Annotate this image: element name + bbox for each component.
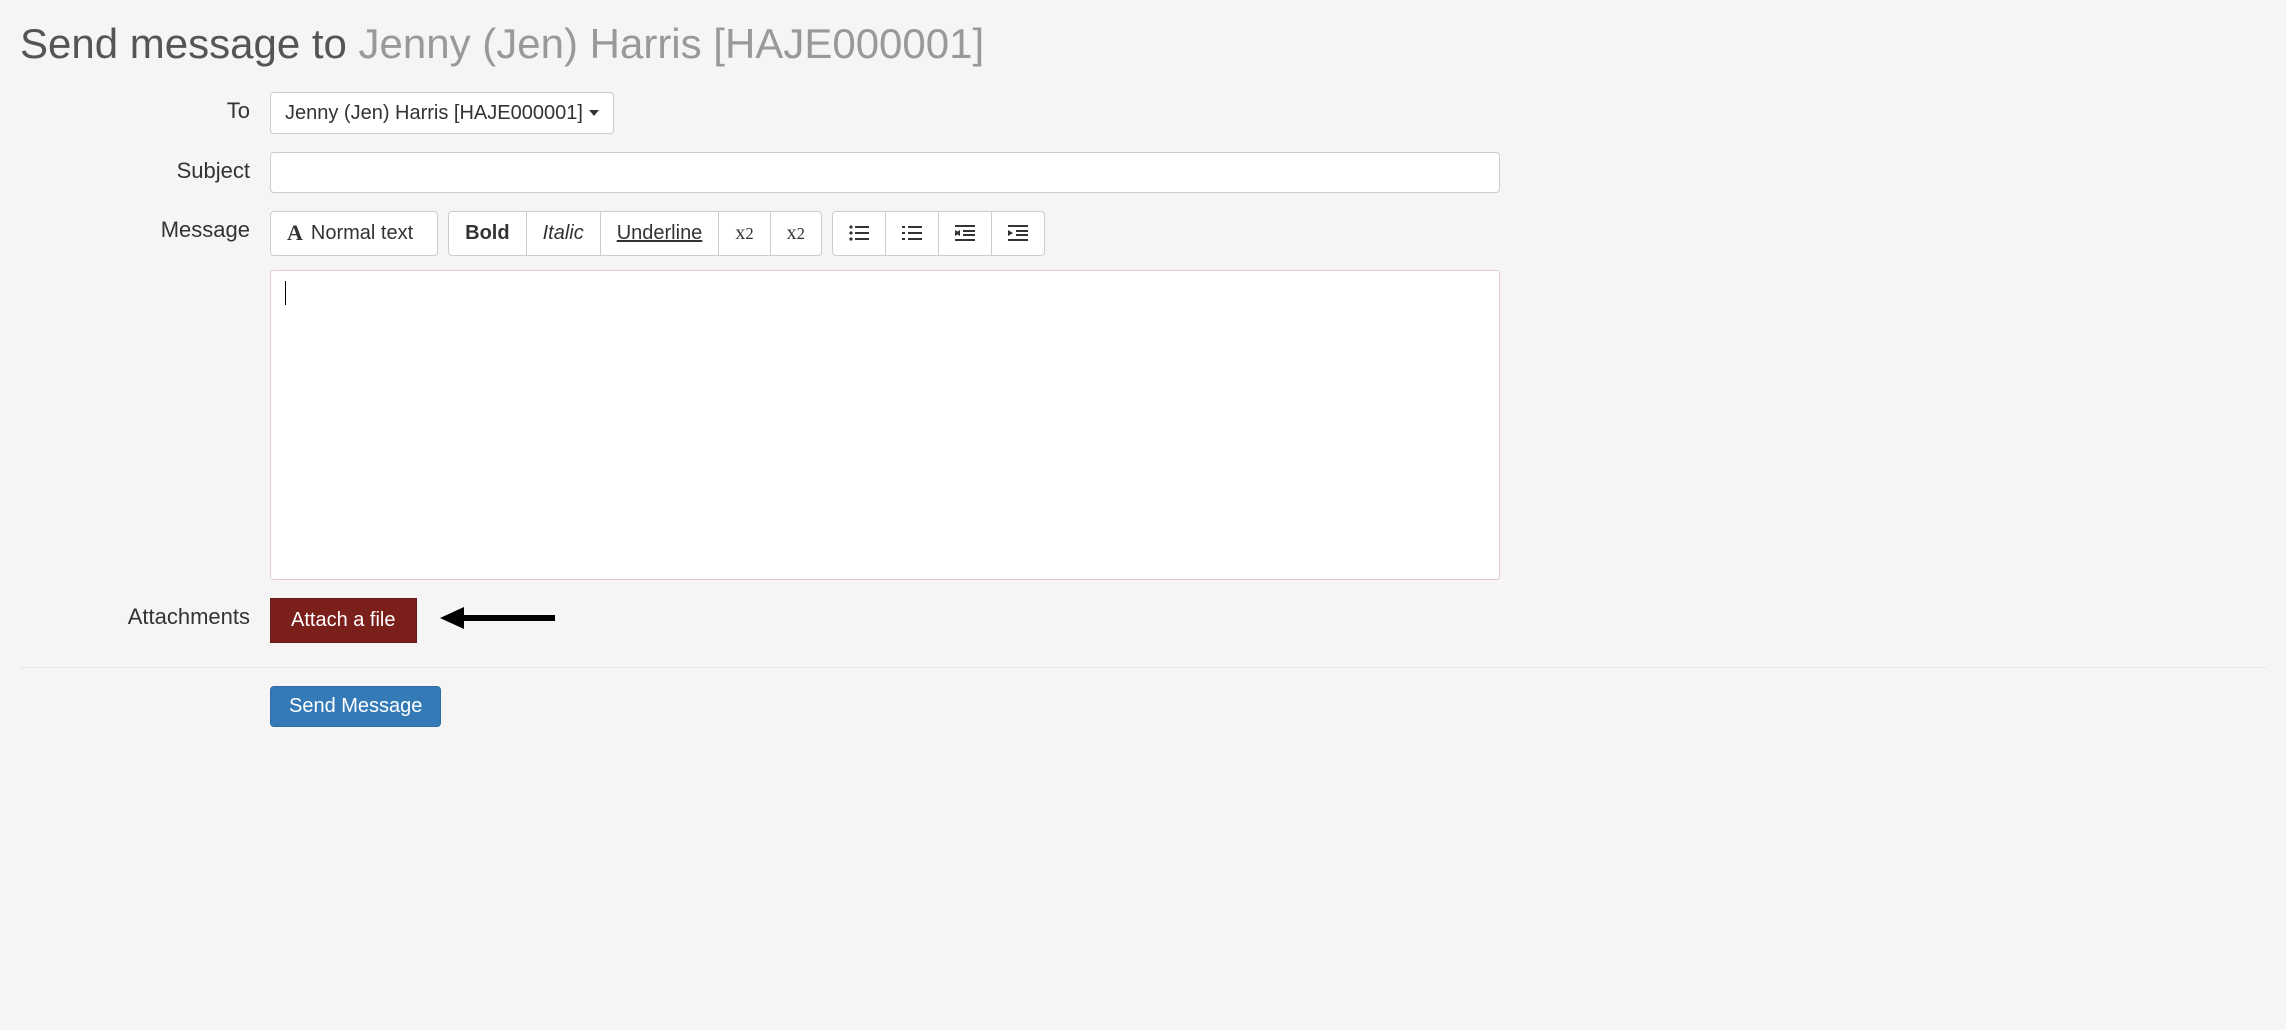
divider [20,667,2266,668]
bullet-list-icon [849,225,869,241]
indent-icon [1008,225,1028,241]
attach-file-button[interactable]: Attach a file [270,598,417,643]
row-attachments: Attachments Attach a file [20,598,2266,643]
caret-down-icon [589,110,599,116]
row-to: To Jenny (Jen) Harris [HAJE000001] [20,92,2266,134]
editor-toolbar: A Normal text Bold Italic Underline x2 x… [270,211,1500,256]
superscript-button[interactable]: x2 [771,211,822,256]
page-title-recipient: Jenny (Jen) Harris [HAJE000001] [359,20,985,67]
unordered-list-button[interactable] [832,211,886,256]
label-attachments: Attachments [20,598,270,630]
row-message: Message A Normal text Bold Italic Underl… [20,211,2266,580]
font-icon: A [287,218,303,249]
ordered-list-icon [902,225,922,241]
bold-button[interactable]: Bold [448,211,526,256]
arrow-left-icon [440,603,560,633]
to-dropdown[interactable]: Jenny (Jen) Harris [HAJE000001] [270,92,614,134]
row-submit: Send Message [270,686,2266,727]
italic-button[interactable]: Italic [527,211,601,256]
label-message: Message [20,211,270,243]
ordered-list-button[interactable] [886,211,939,256]
arrow-annotation [440,603,560,639]
text-style-dropdown[interactable]: A Normal text [270,211,438,256]
page-title-prefix: Send message to [20,20,359,67]
message-editor[interactable] [270,270,1500,580]
text-style-label: Normal text [311,219,413,247]
label-subject: Subject [20,152,270,184]
text-cursor [285,281,286,305]
send-message-button[interactable]: Send Message [270,686,441,727]
indent-button[interactable] [992,211,1045,256]
outdent-button[interactable] [939,211,992,256]
to-dropdown-selected: Jenny (Jen) Harris [HAJE000001] [285,99,583,127]
subject-input[interactable] [270,152,1500,193]
label-to: To [20,92,270,124]
subscript-button[interactable]: x2 [719,211,770,256]
outdent-icon [955,225,975,241]
page-title: Send message to Jenny (Jen) Harris [HAJE… [20,20,2266,68]
underline-button[interactable]: Underline [601,211,720,256]
row-subject: Subject [20,152,2266,193]
